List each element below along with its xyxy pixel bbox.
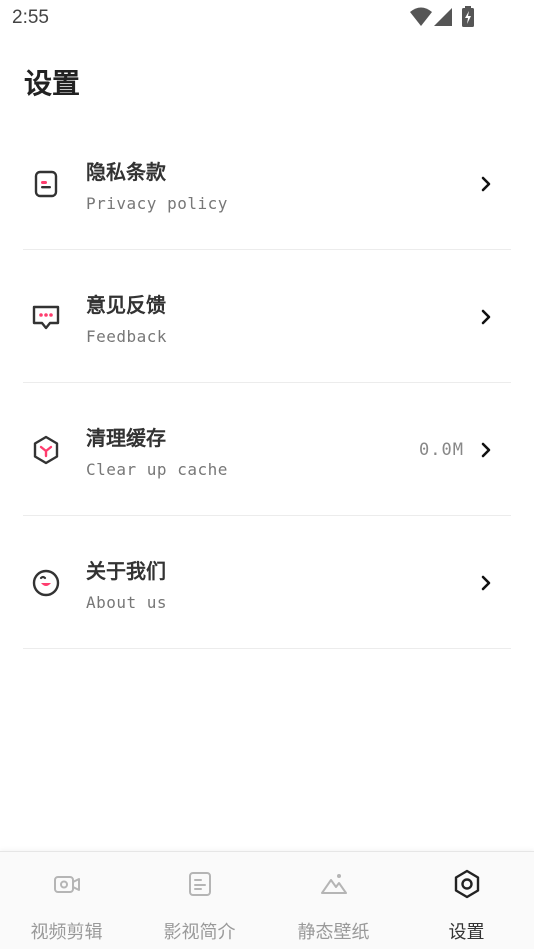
settings-item-subtitle: Privacy policy [86, 194, 228, 213]
settings-item-title: 关于我们 [86, 559, 166, 583]
status-bar: 2:55 [0, 0, 534, 38]
settings-item-subtitle: About us [86, 593, 168, 612]
video-edit-icon [52, 869, 82, 899]
chevron-right-icon [478, 573, 494, 593]
settings-item-title: 意见反馈 [86, 293, 166, 317]
tab-film-intro[interactable]: 影视简介 [133, 852, 266, 949]
settings-item-clear-cache[interactable]: 清理缓存 Clear up cache 0.0M [0, 383, 534, 516]
settings-item-privacy-policy[interactable]: 隐私条款 Privacy policy [0, 117, 534, 250]
battery-charging-icon [462, 6, 474, 27]
settings-item-subtitle: Clear up cache [86, 460, 228, 479]
settings-item-subtitle: Feedback [86, 327, 168, 346]
settings-item-title: 清理缓存 [86, 426, 166, 450]
privacy-document-icon [31, 169, 61, 199]
tab-wallpaper[interactable]: 静态壁纸 [267, 852, 400, 949]
page-title: 设置 [24, 67, 81, 100]
settings-list: 隐私条款 Privacy policy 意见反馈 Feedback 清理缓存 C… [0, 117, 534, 649]
about-smiley-icon [31, 568, 61, 598]
film-intro-icon [185, 869, 215, 899]
clear-cache-hexagon-icon [31, 435, 61, 465]
cell-signal-icon [434, 8, 452, 26]
feedback-chat-icon [31, 302, 61, 332]
settings-item-feedback[interactable]: 意见反馈 Feedback [0, 250, 534, 383]
settings-item-title: 隐私条款 [86, 160, 166, 184]
wifi-icon [410, 7, 432, 26]
chevron-right-icon [478, 174, 494, 194]
tab-settings[interactable]: 设置 [400, 852, 533, 949]
settings-item-about-us[interactable]: 关于我们 About us [0, 516, 534, 649]
chevron-right-icon [478, 307, 494, 327]
settings-hexagon-icon [452, 869, 482, 899]
nav-label: 视频剪辑 [30, 922, 103, 943]
tab-video-edit[interactable]: 视频剪辑 [0, 852, 133, 949]
wallpaper-icon [319, 869, 349, 899]
nav-label: 设置 [448, 922, 485, 943]
status-time: 2:55 [12, 7, 49, 28]
bottom-nav: 视频剪辑 影视简介 静态壁纸 设置 [0, 851, 534, 949]
chevron-right-icon [478, 440, 494, 460]
nav-label: 影视简介 [163, 922, 236, 943]
divider [23, 648, 511, 649]
cache-size-value: 0.0M [419, 440, 464, 460]
nav-label: 静态壁纸 [297, 922, 370, 943]
